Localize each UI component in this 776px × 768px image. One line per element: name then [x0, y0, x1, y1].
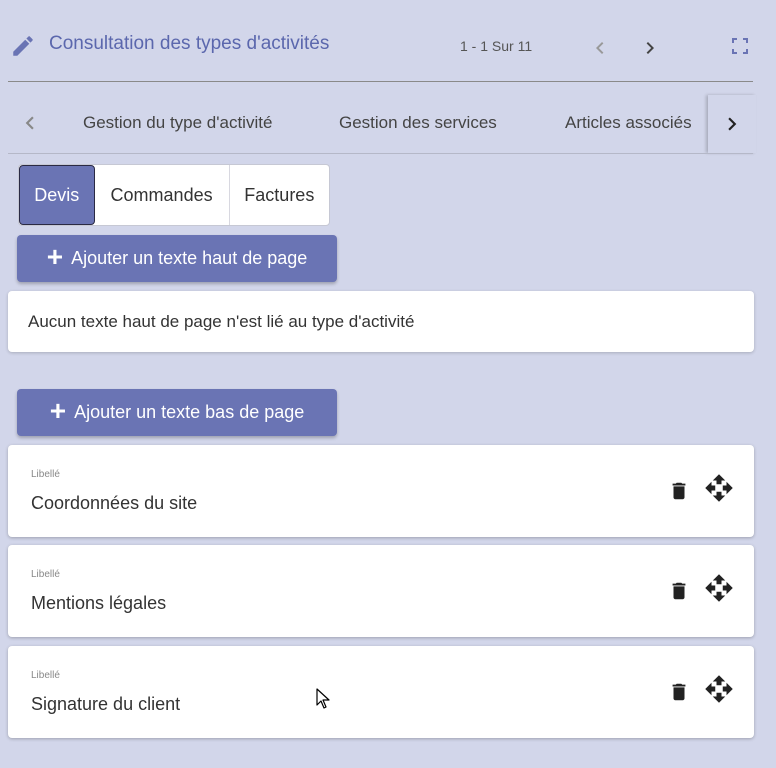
move-icon[interactable] — [704, 573, 734, 603]
toggle-factures[interactable]: Factures — [230, 165, 329, 225]
chevron-left-icon — [596, 42, 604, 54]
footer-text-item[interactable]: Libellé Signature du client — [8, 646, 754, 738]
add-footer-text-button[interactable]: + Ajouter un texte bas de page — [17, 389, 337, 436]
add-footer-text-label: Ajouter un texte bas de page — [74, 402, 305, 422]
tabs-scroll-left-button[interactable] — [17, 110, 43, 136]
next-record-button[interactable] — [638, 36, 662, 60]
add-header-text-label: Ajouter un texte haut de page — [71, 248, 308, 268]
chevron-right-icon — [728, 117, 737, 131]
trash-icon[interactable] — [668, 679, 690, 705]
trash-icon[interactable] — [668, 478, 690, 504]
toggle-devis[interactable]: Devis — [19, 165, 95, 225]
chevron-left-icon — [25, 116, 34, 130]
pager-count: 1 - 1 Sur 11 — [460, 38, 533, 54]
fullscreen-icon[interactable] — [728, 34, 752, 58]
field-label: Libellé — [31, 469, 60, 480]
field-label: Libellé — [31, 670, 60, 681]
chevron-right-icon — [646, 42, 654, 54]
toggle-commandes[interactable]: Commandes — [95, 165, 230, 225]
document-type-toggle: Devis Commandes Factures — [18, 164, 330, 226]
previous-record-button[interactable] — [588, 36, 612, 60]
tab-gestion-type-activite[interactable]: Gestion du type d'activité — [83, 113, 272, 133]
field-label: Libellé — [31, 569, 60, 580]
plus-icon: + — [49, 395, 67, 426]
header-text-empty-card: Aucun texte haut de page n'est lié au ty… — [8, 291, 754, 352]
empty-message: Aucun texte haut de page n'est lié au ty… — [28, 311, 415, 331]
add-header-text-button[interactable]: + Ajouter un texte haut de page — [17, 235, 337, 282]
footer-text-item[interactable]: Libellé Coordonnées du site — [8, 445, 754, 537]
tabs-divider — [8, 153, 753, 154]
mouse-cursor-icon — [316, 688, 330, 709]
plus-icon: + — [46, 241, 64, 272]
field-value: Coordonnées du site — [31, 493, 198, 513]
field-value: Mentions légales — [31, 593, 167, 613]
trash-icon[interactable] — [668, 578, 690, 604]
header-divider — [8, 81, 753, 82]
tab-gestion-services[interactable]: Gestion des services — [339, 113, 497, 133]
page-title: Consultation des types d'activités — [49, 33, 330, 54]
tabs-scroll-right-button[interactable] — [708, 95, 756, 153]
footer-text-item[interactable]: Libellé Mentions légales — [8, 545, 754, 637]
pencil-icon[interactable] — [10, 33, 36, 59]
move-icon[interactable] — [704, 674, 734, 704]
field-value: Signature du client — [31, 694, 181, 714]
tab-articles-associes[interactable]: Articles associés — [565, 113, 705, 133]
move-icon[interactable] — [704, 473, 734, 503]
